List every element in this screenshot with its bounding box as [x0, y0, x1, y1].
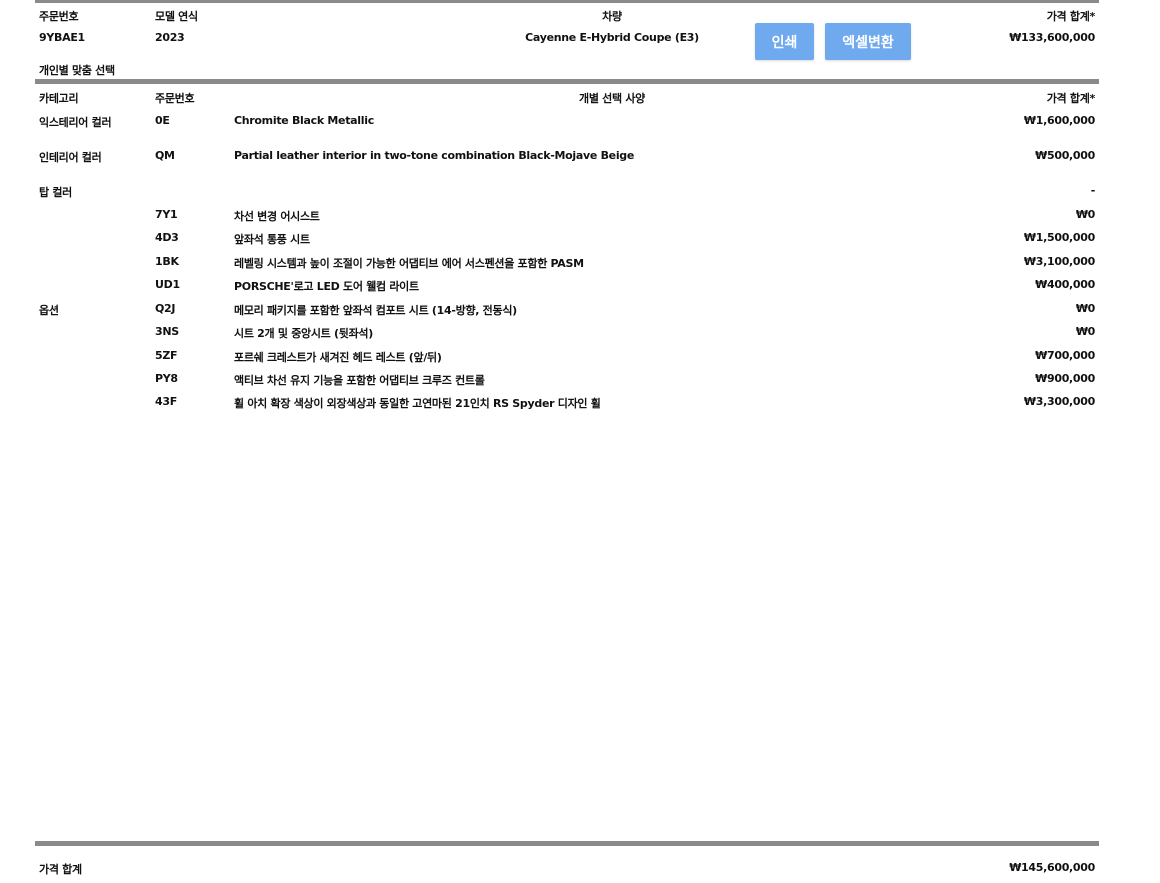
row-order-code: 0E: [155, 114, 170, 127]
table-row: 7Y1 차선 변경 어시스트 ₩0: [0, 208, 1160, 228]
table-row: 4D3 앞좌석 통풍 시트 ₩1,500,000: [0, 231, 1160, 251]
table-row: PY8 액티브 차선 유지 기능을 포함한 어댑티브 크루즈 컨트롤 ₩900,00…: [0, 372, 1160, 392]
summary-price-total: ₩133,600,000: [1009, 31, 1095, 44]
row-price: ₩0: [1075, 208, 1095, 221]
excel-export-button[interactable]: 엑셀변환: [825, 23, 911, 60]
table-row: UD1 PORSCHE'로고 LED 도어 웰컴 라이트 ₩400,000: [0, 278, 1160, 298]
row-order-code: UD1: [155, 278, 180, 291]
col-header-price: 가격 합계*: [1046, 92, 1096, 105]
row-order-code: Q2J: [155, 302, 176, 315]
model-year: 2023: [155, 31, 185, 44]
col-header-order-no: 주문번호: [155, 92, 195, 105]
table-row: 탑 컬러 -: [0, 184, 1160, 204]
top-divider: [35, 0, 1099, 3]
row-price: ₩3,300,000: [1023, 395, 1095, 408]
print-button[interactable]: 인쇄: [755, 23, 814, 60]
section-title: 개인별 맞춤 선택: [39, 64, 115, 77]
row-order-code: 5ZF: [155, 349, 178, 362]
row-option-desc: 레벨링 시스템과 높이 조절이 가능한 어댑티브 에어 서스펜션을 포함한 PA…: [234, 257, 584, 270]
summary-header-vehicle: 차량: [602, 10, 622, 23]
row-order-code: QM: [155, 149, 175, 162]
summary-header-order-no: 주문번호: [39, 10, 79, 23]
col-header-category: 카테고리: [39, 92, 79, 105]
row-category: 탑 컬러: [39, 186, 72, 199]
table-row: 5ZF 포르쉐 크레스트가 새겨진 헤드 레스트 (앞/뒤) ₩700,000: [0, 349, 1160, 369]
table-row: 1BK 레벨링 시스템과 높이 조절이 가능한 어댑티브 에어 서스펜션을 포함한…: [0, 255, 1160, 275]
row-price: -: [1090, 184, 1096, 197]
order-number: 9YBAE1: [39, 31, 85, 44]
col-header-option: 개별 선택 사양: [579, 92, 645, 105]
row-order-code: 4D3: [155, 231, 179, 244]
row-price: ₩0: [1075, 325, 1095, 338]
summary-header-price-total: 가격 합계*: [1046, 10, 1096, 23]
row-price: ₩400,000: [1035, 278, 1095, 291]
row-option-desc: 포르쉐 크레스트가 새겨진 헤드 레스트 (앞/뒤): [234, 351, 442, 364]
table-row: 인테리어 컬러 QM Partial leather interior in two…: [0, 149, 1160, 169]
table-row: 3NS 시트 2개 및 중앙시트 (뒷좌석) ₩0: [0, 325, 1160, 345]
row-option-desc: 앞좌석 통풍 시트: [234, 233, 310, 246]
row-option-desc: Chromite Black Metallic: [234, 114, 374, 127]
row-order-code: 43F: [155, 395, 177, 408]
table-row: 옵션 Q2J 메모리 패키지를 포함한 앞좌석 컴포트 시트 (14-방향, 전동식…: [0, 302, 1160, 322]
row-price: ₩0: [1075, 302, 1095, 315]
row-order-code: 1BK: [155, 255, 179, 268]
vehicle-name: Cayenne E-Hybrid Coupe (E3): [525, 31, 699, 44]
row-price: ₩3,100,000: [1023, 255, 1095, 268]
row-price: ₩900,000: [1035, 372, 1095, 385]
table-row: 익스테리어 컬러 0E Chromite Black Metallic ₩1,600,…: [0, 114, 1160, 134]
row-price: ₩700,000: [1035, 349, 1095, 362]
row-price: ₩1,600,000: [1023, 114, 1095, 127]
footer-total-value: ₩145,600,000: [1009, 861, 1095, 874]
table-row: 43F 휠 아치 확장 색상이 외장색상과 동일한 고연마된 21인치 RS Sp…: [0, 395, 1160, 415]
options-top-divider: [35, 79, 1099, 84]
row-category: 인테리어 컬러: [39, 151, 102, 164]
row-category: 익스테리어 컬러: [39, 116, 112, 129]
summary-header-model-year: 모델 연식: [155, 10, 198, 23]
row-option-desc: 휠 아치 확장 색상이 외장색상과 동일한 고연마된 21인치 RS Spyde…: [234, 397, 601, 410]
row-option-desc: 액티브 차선 유지 기능을 포함한 어댑티브 크루즈 컨트롤: [234, 374, 485, 387]
row-option-desc: Partial leather interior in two-tone com…: [234, 149, 635, 162]
row-option-desc: PORSCHE'로고 LED 도어 웰컴 라이트: [234, 280, 419, 293]
row-option-desc: 시트 2개 및 중앙시트 (뒷좌석): [234, 327, 373, 340]
row-order-code: 7Y1: [155, 208, 178, 221]
footer-divider: [35, 841, 1099, 846]
row-order-code: PY8: [155, 372, 178, 385]
footer-total-label: 가격 합계: [39, 863, 82, 876]
row-option-desc: 메모리 패키지를 포함한 앞좌석 컴포트 시트 (14-방향, 전동식): [234, 304, 517, 317]
row-order-code: 3NS: [155, 325, 179, 338]
row-category: 옵션: [39, 304, 59, 317]
row-option-desc: 차선 변경 어시스트: [234, 210, 320, 223]
row-price: ₩1,500,000: [1023, 231, 1095, 244]
row-price: ₩500,000: [1035, 149, 1095, 162]
